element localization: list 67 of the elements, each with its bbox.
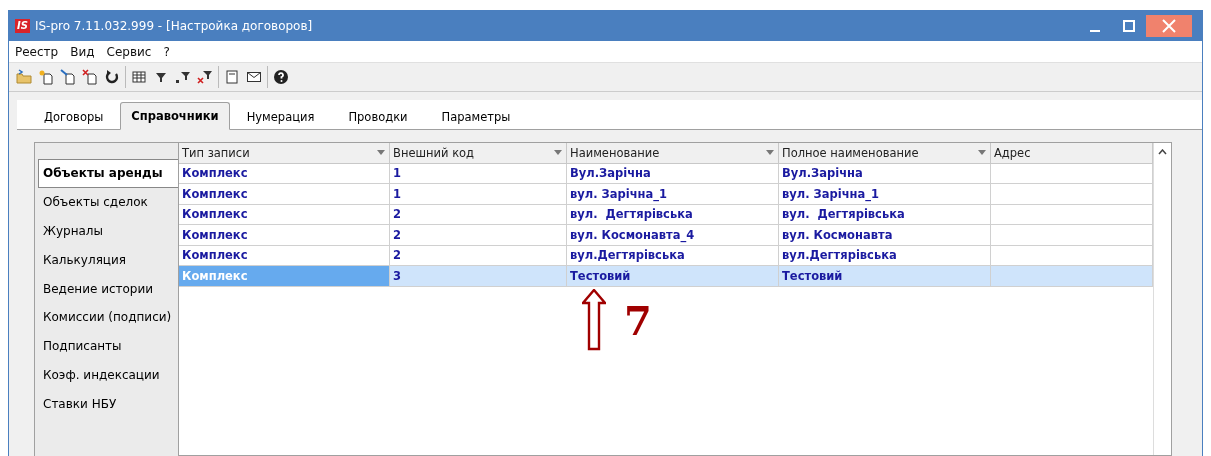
tab[interactable]: Нумерация xyxy=(229,104,332,130)
tab[interactable]: Договоры xyxy=(27,104,121,130)
table-cell: вул. Дегтярівська xyxy=(567,204,779,225)
tab[interactable]: Проводки xyxy=(331,104,425,130)
filter-clear-icon[interactable] xyxy=(197,69,213,85)
menu-item[interactable]: Вид xyxy=(70,44,95,59)
folder-icon[interactable] xyxy=(16,69,32,85)
form-icon[interactable] xyxy=(224,69,240,85)
refresh-icon[interactable] xyxy=(104,69,120,85)
column-header[interactable]: Внешний код xyxy=(390,143,567,164)
sidebar-item[interactable]: Журналы xyxy=(38,216,178,246)
up-arrow-drawing xyxy=(582,289,606,351)
table-cell: Комплекс xyxy=(179,204,390,225)
column-header[interactable]: Полное наименование xyxy=(779,143,991,164)
table-cell: вул. Зарічна_1 xyxy=(779,184,991,205)
minimize-icon xyxy=(1089,29,1101,32)
sidebar-item[interactable]: Ставки НБУ xyxy=(38,389,178,419)
table-cell: 1 xyxy=(390,184,567,205)
app-logo: IS xyxy=(15,18,30,33)
table-icon[interactable] xyxy=(131,69,147,85)
table-cell: Вул.Зарічна xyxy=(567,163,779,184)
dropdown-icon[interactable] xyxy=(377,150,385,156)
tab[interactable]: Справочники xyxy=(120,102,230,130)
menu-item[interactable]: Реестр xyxy=(15,44,59,59)
dropdown-icon[interactable] xyxy=(554,150,562,156)
table-cell: Комплекс xyxy=(179,163,390,184)
dropdown-icon[interactable] xyxy=(766,150,774,156)
table-cell: вул. Зарічна_1 xyxy=(567,184,779,205)
table-cell: 2 xyxy=(390,204,567,225)
new-document-icon[interactable] xyxy=(38,69,54,85)
table-cell: 3 xyxy=(390,266,567,287)
menu-item[interactable]: ? xyxy=(163,44,170,59)
table-cell: Комплекс xyxy=(179,225,390,246)
menu-item[interactable]: Сервис xyxy=(106,44,152,59)
close-icon xyxy=(1162,18,1176,33)
table-cell: 1 xyxy=(390,163,567,184)
scroll-up-icon[interactable] xyxy=(1158,149,1167,155)
table-cell: 2 xyxy=(390,225,567,246)
sidebar-item[interactable]: Коэф. индексации xyxy=(38,360,178,390)
filter-icon[interactable] xyxy=(175,69,191,85)
annotation-number: 7 xyxy=(624,301,652,341)
maximize-icon xyxy=(1123,19,1135,32)
tab[interactable]: Параметры xyxy=(424,104,528,130)
column-header[interactable]: Адрес xyxy=(991,143,1153,164)
close-button[interactable] xyxy=(1146,14,1192,37)
table-cell: Комплекс xyxy=(179,184,390,205)
table-cell: Вул.Зарічна xyxy=(779,163,991,184)
help-icon[interactable] xyxy=(273,69,289,85)
window-title: IS-pro 7.11.032.999 - [Настройка договоров] xyxy=(34,18,314,33)
table-cell: вул. Дегтярівська xyxy=(779,204,991,225)
sidebar-item[interactable]: Подписанты xyxy=(38,331,178,361)
table-cell: вул. Космонавта xyxy=(779,225,991,246)
sidebar-item[interactable]: Ведение истории xyxy=(38,274,178,303)
column-header[interactable]: Тип записи xyxy=(179,143,390,164)
delete-document-icon[interactable] xyxy=(82,69,98,85)
dropdown-icon[interactable] xyxy=(978,150,986,156)
sidebar-item[interactable]: Комиссии (подписи) xyxy=(38,303,178,332)
table-cell: Тестовий xyxy=(779,266,991,287)
column-header[interactable]: Наименование xyxy=(567,143,779,164)
envelope-icon[interactable] xyxy=(246,69,262,85)
sidebar-item[interactable]: Объекты аренды xyxy=(38,159,179,188)
table-cell: Комплекс xyxy=(179,266,390,287)
edit-document-icon[interactable] xyxy=(60,69,76,85)
table-cell: Тестовий xyxy=(567,266,779,287)
table-cell: вул. Космонавта_4 xyxy=(567,225,779,246)
sidebar-item[interactable]: Объекты сделок xyxy=(38,187,178,217)
sidebar-item[interactable]: Калькуляция xyxy=(38,245,178,275)
